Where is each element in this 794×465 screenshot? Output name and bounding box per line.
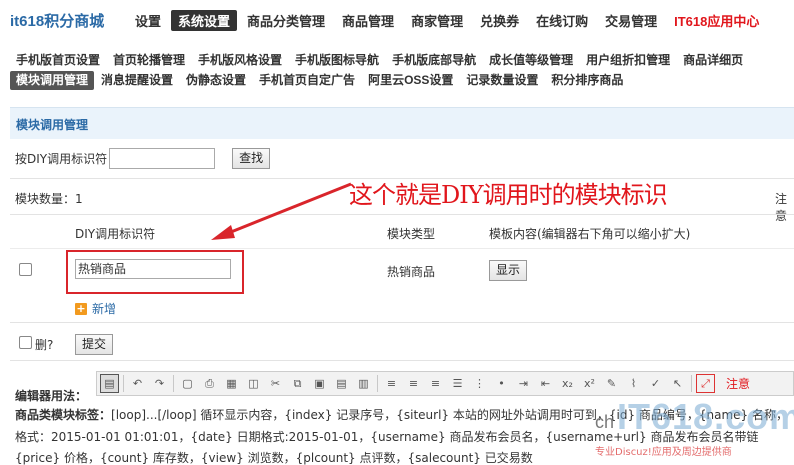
sub-nav-item[interactable]: 手机首页自定广告	[253, 71, 361, 90]
col-header-type: 模块类型	[387, 227, 436, 241]
sub-nav-item[interactable]: 阿里云OSS设置	[362, 71, 459, 90]
delete-checkbox[interactable]	[19, 336, 32, 349]
top-nav-item[interactable]: 在线订购	[529, 10, 595, 31]
top-nav-item[interactable]: 商家管理	[404, 10, 470, 31]
code-icon[interactable]: ◫	[244, 374, 263, 393]
align-left-icon[interactable]: ≡	[382, 374, 401, 393]
search-button[interactable]: 查找	[232, 148, 271, 169]
editor-toolbar: ▤ ↶ ↷ ▢ ⎙ ▦ ◫ ✂ ⧉ ▣ ▤ ▥ ≡ ≡ ≡ ☰ ⋮ • ⇥ ⇤ …	[96, 371, 794, 396]
paste-icon[interactable]: ▣	[310, 374, 329, 393]
col-header-identifier: DIY调用标识符	[75, 227, 156, 241]
divider	[10, 322, 794, 323]
panel-title: 模块调用管理	[10, 107, 794, 139]
divider	[10, 248, 794, 249]
sub-nav-item[interactable]: 首页轮播管理	[107, 51, 191, 70]
sub-nav-item-active[interactable]: 模块调用管理	[10, 71, 95, 90]
sub-nav-item[interactable]: 成长值等级管理	[483, 51, 579, 70]
paste-text-icon[interactable]: ▤	[332, 374, 351, 393]
top-nav-item[interactable]: 设置	[128, 10, 168, 31]
sub-nav-row-1: 手机版首页设置 首页轮播管理 手机版风格设置 手机版图标导航 手机版底部导航 成长值等级管…	[10, 51, 794, 71]
ordered-list-icon[interactable]: ⋮	[470, 374, 489, 393]
add-row-link[interactable]: + 新增	[75, 300, 116, 317]
submit-button[interactable]: 提交	[75, 334, 114, 355]
top-bar: it618积分商城 设置 系统设置 商品分类管理 商品管理 商家管理 兑换券 在线订购 交易管…	[0, 0, 794, 40]
help-line-3: {price} 价格，{count} 库存数，{view} 浏览数，{plcou…	[15, 451, 533, 465]
indent-icon[interactable]: ⇥	[514, 374, 533, 393]
copy-icon[interactable]: ⧉	[288, 374, 307, 393]
clear-format-icon[interactable]: ✎	[602, 374, 621, 393]
show-button[interactable]: 显示	[489, 260, 528, 281]
module-count: 模块数量：1	[15, 192, 83, 206]
search-label: 按DIY调用标识符	[15, 152, 108, 166]
editor-note: 注意	[726, 377, 751, 391]
template-icon[interactable]: ▦	[222, 374, 241, 393]
help-line-1: 商品类模块标签：[loop]...[/loop] 循环显示内容，{index} …	[15, 408, 789, 422]
top-nav-item[interactable]: 系统设置	[171, 10, 238, 31]
top-nav-item[interactable]: 兑换券	[473, 10, 526, 31]
editor-usage-label: 编辑器用法：	[15, 389, 88, 403]
fullscreen-icon[interactable]: ⤢	[696, 374, 715, 393]
top-nav-item[interactable]: IT618应用中心	[667, 10, 766, 31]
delete-label: 删?	[35, 338, 54, 352]
source-icon[interactable]: ▤	[100, 374, 119, 393]
align-justify-icon[interactable]: ☰	[448, 374, 467, 393]
sub-nav-item[interactable]: 手机版底部导航	[386, 51, 482, 70]
plus-icon: +	[75, 301, 87, 315]
paste-word-icon[interactable]: ▥	[354, 374, 373, 393]
add-label: 新增	[92, 302, 117, 316]
sub-nav: 手机版首页设置 首页轮播管理 手机版风格设置 手机版图标导航 手机版底部导航 成长值等级管…	[10, 51, 794, 91]
highlight-box	[66, 250, 244, 294]
search-input[interactable]	[109, 148, 216, 169]
sub-nav-item[interactable]: 消息提醒设置	[95, 71, 179, 90]
outdent-icon[interactable]: ⇤	[536, 374, 555, 393]
cut-icon[interactable]: ✂	[266, 374, 285, 393]
sub-nav-item[interactable]: 手机版风格设置	[192, 51, 288, 70]
sub-nav-item[interactable]: 伪静态设置	[180, 71, 252, 90]
sub-nav-item[interactable]: 手机版图标导航	[289, 51, 385, 70]
preview-icon[interactable]: ▢	[178, 374, 197, 393]
annotation-text: 这个就是DIY调用时的模块标识	[349, 181, 668, 209]
sub-nav-item[interactable]: 用户组折扣管理	[580, 51, 676, 70]
sub-nav-item[interactable]: 积分排序商品	[545, 71, 629, 90]
sub-nav-item[interactable]: 记录数量设置	[460, 71, 544, 90]
unordered-list-icon[interactable]: •	[492, 374, 511, 393]
align-center-icon[interactable]: ≡	[404, 374, 423, 393]
annotation-arrow	[211, 182, 352, 240]
top-nav-item[interactable]: 交易管理	[598, 10, 664, 31]
superscript-icon[interactable]: x²	[580, 374, 599, 393]
divider	[10, 214, 794, 215]
select-all-icon[interactable]: ✓	[646, 374, 665, 393]
top-nav: 设置 系统设置 商品分类管理 商品管理 商家管理 兑换券 在线订购 交易管理 IT618应用中心	[128, 10, 769, 31]
row-checkbox[interactable]	[19, 263, 32, 276]
print-icon[interactable]: ⎙	[200, 374, 219, 393]
align-right-icon[interactable]: ≡	[426, 374, 445, 393]
top-nav-item[interactable]: 商品管理	[335, 10, 401, 31]
col-header-template: 模板内容(编辑器右下角可以缩小扩大)	[489, 227, 691, 241]
sub-nav-item[interactable]: 手机版首页设置	[10, 51, 106, 70]
brush-icon[interactable]: ⌇	[624, 374, 643, 393]
sub-nav-item[interactable]: 商品详细页	[677, 51, 749, 70]
note-label: 注意	[775, 192, 788, 223]
divider	[10, 360, 794, 361]
help-text: 商品类模块标签：[loop]...[/loop] 循环显示内容，{index} …	[15, 405, 794, 465]
brand-title: it618积分商城	[10, 13, 105, 30]
subscript-icon[interactable]: x₂	[558, 374, 577, 393]
pointer-icon[interactable]: ↖	[668, 374, 687, 393]
redo-icon[interactable]: ↷	[150, 374, 169, 393]
undo-icon[interactable]: ↶	[128, 374, 147, 393]
module-type: 热销商品	[387, 265, 436, 279]
top-nav-item[interactable]: 商品分类管理	[240, 10, 332, 31]
help-line-2: 格式：2015-01-01 01:01:01，{date} 日期格式:2015-…	[15, 429, 759, 444]
search-row: 按DIY调用标识符 查找	[15, 148, 271, 169]
sub-nav-row-2: 模块调用管理 消息提醒设置 伪静态设置 手机首页自定广告 阿里云OSS设置 记录数量设置积…	[10, 71, 794, 91]
